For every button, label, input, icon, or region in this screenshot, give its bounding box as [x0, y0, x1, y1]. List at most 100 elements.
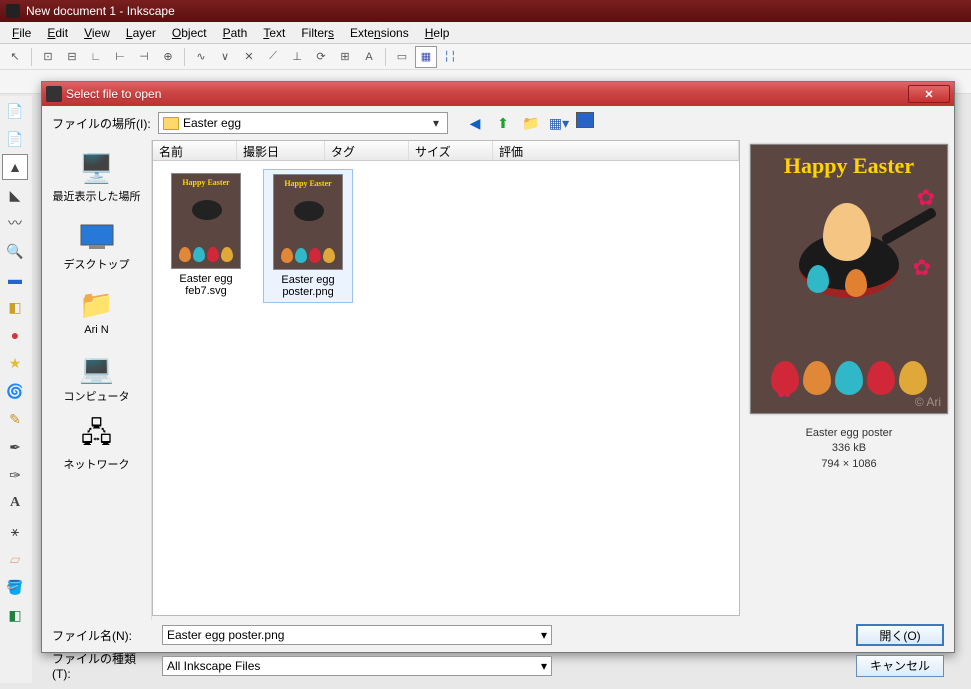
snap-anchor-btn[interactable]: ⊞ — [334, 46, 356, 68]
pencil-tool-icon[interactable]: ✎ — [2, 406, 28, 432]
places-sidebar: 🖥️ 最近表示した場所 デスクトップ 📁 Ari N 💻 コンピュータ 🖧 ネッ… — [42, 140, 152, 620]
place-desktop[interactable]: デスクトップ — [47, 214, 147, 276]
snap-btn[interactable]: ↖ — [4, 46, 26, 68]
place-network[interactable]: 🖧 ネットワーク — [47, 414, 147, 476]
network-icon: 🖧 — [75, 418, 119, 454]
doc2-tool-icon[interactable]: 📄 — [2, 126, 28, 152]
filetype-value: All Inkscape Files — [167, 659, 541, 673]
menu-help[interactable]: Help — [417, 24, 458, 42]
menu-object[interactable]: Object — [164, 24, 215, 42]
file-name-1b: feb7.svg — [185, 285, 227, 297]
ellipse-tool-icon[interactable]: ● — [2, 322, 28, 348]
place-computer[interactable]: 💻 コンピュータ — [47, 346, 147, 408]
snap-node-btn[interactable]: ⊡ — [37, 46, 59, 68]
spray-tool-icon[interactable]: ⚹ — [2, 518, 28, 544]
snap-text-btn[interactable]: A — [358, 46, 380, 68]
gradient-tool-icon[interactable]: ◧ — [2, 602, 28, 628]
snap-grid-btn[interactable]: ▦ — [415, 46, 437, 68]
dialog-icon — [46, 86, 62, 102]
preview-title: Happy Easter — [751, 145, 947, 179]
cancel-button[interactable]: キャンセル — [856, 655, 944, 677]
desktop-icon — [75, 218, 119, 254]
new-folder-icon[interactable]: 📁 — [520, 112, 542, 134]
preview-toggle-icon[interactable] — [576, 112, 594, 128]
menu-text[interactable]: Text — [255, 24, 293, 42]
bottom-rows: ファイル名(N): Easter egg poster.png ▾ 開く(O) … — [42, 620, 954, 689]
preview-size: 336 kB — [806, 441, 893, 456]
file-item-png[interactable]: Happy Easter Easter egg poster.png — [263, 169, 353, 303]
col-rating[interactable]: 評価 — [493, 141, 739, 160]
dialog-title: Select file to open — [66, 87, 908, 101]
snap-intersect-btn[interactable]: ✕ — [238, 46, 260, 68]
filename-value: Easter egg poster.png — [167, 628, 541, 642]
text-tool-icon[interactable]: A — [2, 490, 28, 516]
user-folder-icon: 📁 — [75, 286, 119, 322]
bezier-tool-icon[interactable]: ✒ — [2, 434, 28, 460]
place-recent[interactable]: 🖥️ 最近表示した場所 — [47, 146, 147, 208]
filetype-combo[interactable]: All Inkscape Files ▾ — [162, 656, 552, 676]
eraser-tool-icon[interactable]: ▱ — [2, 546, 28, 572]
zoom-tool-icon[interactable]: 🔍 — [2, 238, 28, 264]
3dbox-tool-icon[interactable]: ◧ — [2, 294, 28, 320]
back-icon[interactable]: ◀ — [464, 112, 486, 134]
snap-center-btn[interactable]: ⊕ — [157, 46, 179, 68]
snap-cusp-btn[interactable]: ∨ — [214, 46, 236, 68]
menu-filters[interactable]: Filters — [293, 24, 342, 42]
toolbox: 📄 📄 ▲ ◣ 〰 🔍 ▬ ◧ ● ★ 🌀 ✎ ✒ ✑ A ⚹ ▱ 🪣 ◧ — [0, 96, 32, 683]
bucket-tool-icon[interactable]: 🪣 — [2, 574, 28, 600]
menu-extensions[interactable]: Extensions — [342, 24, 417, 42]
snap-corner-btn[interactable]: ∟ — [85, 46, 107, 68]
snap-edge-btn[interactable]: ⊢ — [109, 46, 131, 68]
location-label: ファイルの場所(I): — [52, 115, 152, 132]
menubar: File Edit View Layer Object Path Text Fi… — [0, 22, 971, 44]
menu-path[interactable]: Path — [215, 24, 256, 42]
snap-path-btn[interactable]: ⊟ — [61, 46, 83, 68]
menu-edit[interactable]: Edit — [39, 24, 76, 42]
snap-rotation-btn[interactable]: ⟳ — [310, 46, 332, 68]
close-button[interactable]: ✕ — [908, 85, 950, 103]
selector-tool-icon[interactable]: ▲ — [2, 154, 28, 180]
chevron-down-icon[interactable]: ▾ — [541, 659, 547, 673]
col-size[interactable]: サイズ — [409, 141, 493, 160]
col-name[interactable]: 名前 — [153, 141, 237, 160]
snap-tangent-btn[interactable]: ⟋ — [262, 46, 284, 68]
computer-icon: 💻 — [75, 350, 119, 386]
doc-tool-icon[interactable]: 📄 — [2, 98, 28, 124]
chevron-down-icon[interactable]: ▾ — [429, 113, 443, 133]
snap-mid-btn[interactable]: ⊣ — [133, 46, 155, 68]
inkscape-icon — [6, 4, 20, 18]
col-date[interactable]: 撮影日 — [237, 141, 325, 160]
place-user[interactable]: 📁 Ari N — [47, 282, 147, 340]
menu-view[interactable]: View — [76, 24, 118, 42]
snap-page-btn[interactable]: ▭ — [391, 46, 413, 68]
dialog-titlebar: Select file to open ✕ — [42, 82, 954, 106]
snap-smooth-btn[interactable]: ∿ — [190, 46, 212, 68]
current-folder: Easter egg — [183, 116, 425, 130]
location-combo[interactable]: Easter egg ▾ — [158, 112, 448, 134]
file-list[interactable]: Happy Easter Easter egg feb7.svg — [153, 161, 739, 615]
file-columns: 名前 撮影日 タグ サイズ 評価 — [153, 141, 739, 161]
file-item-svg[interactable]: Happy Easter Easter egg feb7.svg — [161, 169, 251, 301]
view-menu-icon[interactable]: ▦▾ — [548, 112, 570, 134]
calligraphy-tool-icon[interactable]: ✑ — [2, 462, 28, 488]
place-recent-label: 最近表示した場所 — [53, 188, 141, 204]
file-name-2b: poster.png — [282, 286, 333, 298]
tweak-tool-icon[interactable]: 〰 — [2, 210, 28, 236]
place-computer-label: コンピュータ — [64, 388, 130, 404]
place-desktop-label: デスクトップ — [64, 256, 130, 272]
open-button[interactable]: 開く(O) — [856, 624, 944, 646]
filetype-label: ファイルの種類(T): — [52, 650, 152, 681]
rect-tool-icon[interactable]: ▬ — [2, 266, 28, 292]
menu-layer[interactable]: Layer — [118, 24, 164, 42]
node-tool-icon[interactable]: ◣ — [2, 182, 28, 208]
file-thumb: Happy Easter — [171, 173, 241, 269]
star-tool-icon[interactable]: ★ — [2, 350, 28, 376]
snap-perp-btn[interactable]: ⊥ — [286, 46, 308, 68]
menu-file[interactable]: File — [4, 24, 39, 42]
spiral-tool-icon[interactable]: 🌀 — [2, 378, 28, 404]
up-icon[interactable]: ⬆ — [492, 112, 514, 134]
chevron-down-icon[interactable]: ▾ — [541, 628, 547, 642]
col-tag[interactable]: タグ — [325, 141, 409, 160]
snap-guide-btn[interactable]: ╎╎ — [439, 46, 461, 68]
filename-input[interactable]: Easter egg poster.png ▾ — [162, 625, 552, 645]
